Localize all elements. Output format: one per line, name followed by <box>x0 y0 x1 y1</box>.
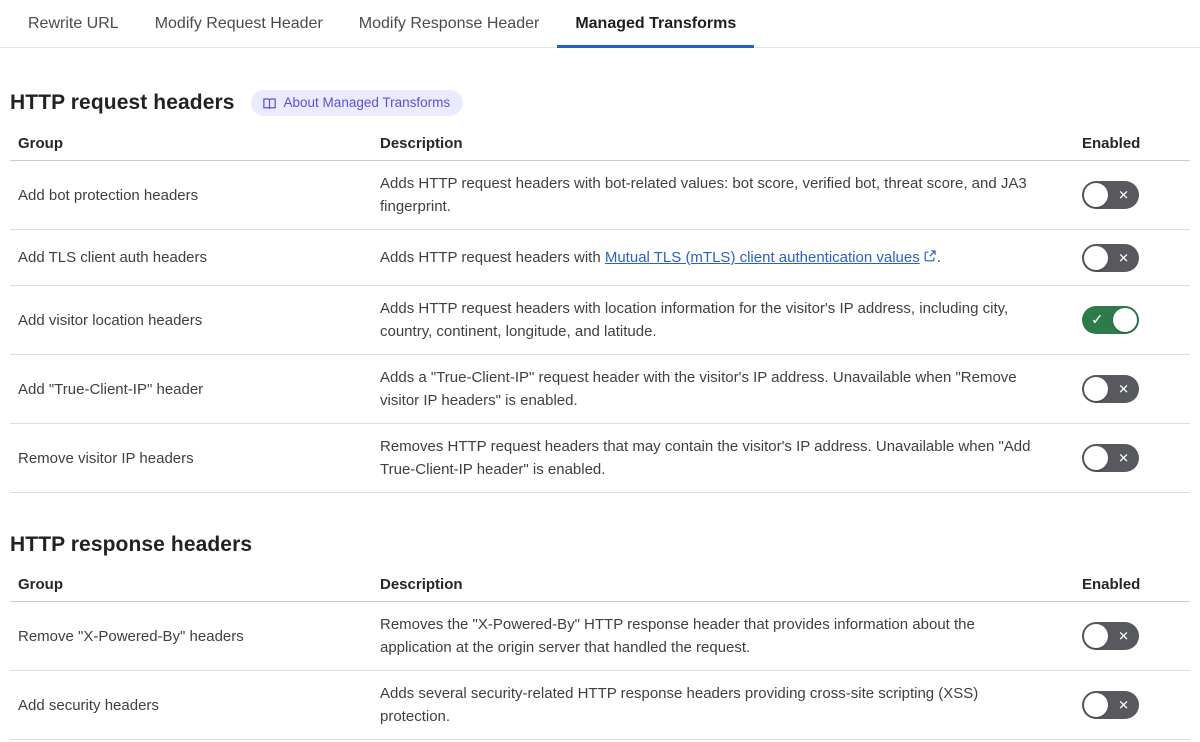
table-row: Add bot protection headers Adds HTTP req… <box>10 161 1190 230</box>
group-cell: Add security headers <box>18 696 159 714</box>
description-cell: Adds a "True-Client-IP" request header w… <box>380 369 1017 409</box>
toggle-remove-visitor-ip-headers[interactable]: ✓ ✕ <box>1082 444 1139 472</box>
x-icon: ✕ <box>1118 381 1129 397</box>
table-row: Add security headers Adds several securi… <box>10 671 1190 740</box>
badge-label: About Managed Transforms <box>283 95 451 110</box>
group-cell: Add TLS client auth headers <box>18 249 208 266</box>
about-managed-transforms-badge[interactable]: About Managed Transforms <box>250 90 464 116</box>
tab-bar: Rewrite URL Modify Request Header Modify… <box>0 0 1200 48</box>
table-row: Add "True-Client-IP" header Adds a "True… <box>10 355 1190 424</box>
request-table-header-row: Group Description Enabled <box>10 130 1190 161</box>
x-icon: ✕ <box>1118 450 1129 466</box>
group-cell: Add "True-Client-IP" header <box>18 380 204 398</box>
x-icon: ✕ <box>1118 187 1129 203</box>
toggle-add-tls-client-auth-headers[interactable]: ✓ ✕ <box>1082 243 1139 272</box>
column-header-description: Description <box>380 576 463 593</box>
column-header-description: Description <box>380 135 463 152</box>
toggle-knob <box>1084 624 1108 648</box>
x-icon: ✕ <box>1118 628 1129 644</box>
table-row: Remove "X-Powered-By" headers Removes th… <box>10 602 1190 671</box>
table-row: Add visitor location headers Adds HTTP r… <box>10 286 1190 355</box>
description-cell: Adds HTTP request headers with location … <box>380 300 1009 340</box>
table-row: Remove visitor IP headers Removes HTTP r… <box>10 424 1190 493</box>
tab-modify-request-header[interactable]: Modify Request Header <box>137 2 341 48</box>
toggle-knob <box>1113 308 1137 332</box>
toggle-remove-x-powered-by-headers[interactable]: ✓ ✕ <box>1082 622 1139 650</box>
request-section-header: HTTP request headers About Managed Trans… <box>10 90 1190 116</box>
description-cell: Adds several security-related HTTP respo… <box>380 685 979 725</box>
x-icon: ✕ <box>1118 250 1129 265</box>
description-text: . <box>936 249 941 266</box>
description-cell: Adds HTTP request headers with Mutual TL… <box>372 230 1074 285</box>
toggle-add-true-client-ip-header[interactable]: ✓ ✕ <box>1082 375 1139 403</box>
response-section-title: HTTP response headers <box>10 533 253 556</box>
group-cell: Remove "X-Powered-By" headers <box>18 627 244 645</box>
request-headers-table: Group Description Enabled Add bot protec… <box>10 130 1190 493</box>
mtls-authentication-link[interactable]: Mutual TLS (mTLS) client authentication … <box>605 249 937 266</box>
external-link-icon <box>920 249 937 266</box>
toggle-knob <box>1084 446 1108 470</box>
tab-managed-transforms[interactable]: Managed Transforms <box>557 2 755 48</box>
toggle-add-security-headers[interactable]: ✓ ✕ <box>1082 691 1139 719</box>
group-cell: Remove visitor IP headers <box>18 449 194 467</box>
description-cell: Removes the "X-Powered-By" HTTP response… <box>380 616 975 656</box>
toggle-knob <box>1084 693 1108 717</box>
toggle-add-visitor-location-headers[interactable]: ✓ ✕ <box>1082 306 1139 334</box>
request-section-title: HTTP request headers <box>10 91 235 114</box>
toggle-add-bot-protection-headers[interactable]: ✓ ✕ <box>1082 181 1139 209</box>
description-text: Adds HTTP request headers with <box>380 249 605 266</box>
column-header-group: Group <box>18 135 63 152</box>
description-cell: Removes HTTP request headers that may co… <box>380 438 1031 478</box>
tab-rewrite-url[interactable]: Rewrite URL <box>10 2 137 48</box>
description-cell: Adds HTTP request headers with bot-relat… <box>380 175 1027 215</box>
column-header-enabled: Enabled <box>1082 135 1141 152</box>
tab-modify-response-header[interactable]: Modify Response Header <box>341 2 558 48</box>
table-row: Add TLS client auth headers Adds HTTP re… <box>10 230 1190 286</box>
response-headers-table: Group Description Enabled Remove "X-Powe… <box>10 571 1190 740</box>
group-cell: Add bot protection headers <box>18 186 199 204</box>
column-header-group: Group <box>18 576 63 593</box>
response-table-header-row: Group Description Enabled <box>10 571 1190 602</box>
column-header-enabled: Enabled <box>1082 576 1141 593</box>
toggle-knob <box>1084 183 1108 207</box>
x-icon: ✕ <box>1118 697 1129 713</box>
group-cell: Add visitor location headers <box>18 311 203 329</box>
response-section-header: HTTP response headers <box>10 533 1190 557</box>
book-icon <box>262 96 277 111</box>
toggle-knob <box>1084 245 1108 270</box>
toggle-knob <box>1084 377 1108 401</box>
check-icon: ✓ <box>1091 311 1104 329</box>
